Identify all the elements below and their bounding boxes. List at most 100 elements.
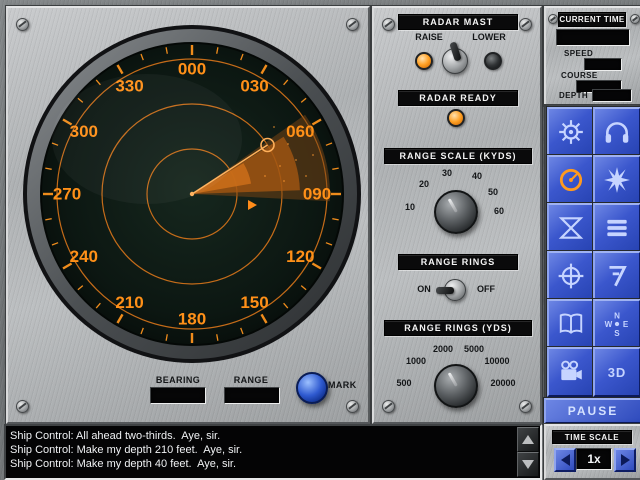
up-arrow-icon (522, 435, 534, 444)
radar-ready-lamp (447, 109, 465, 127)
rings-yds-tick: 2000 (433, 344, 453, 354)
status-panel: CURRENT TIME SPEED COURSE DEPTH (544, 6, 640, 106)
rings-on-label: ON (417, 284, 431, 294)
svg-text:240: 240 (70, 247, 98, 266)
radar-mast-header: RADAR MAST (398, 14, 518, 30)
radar-mast-toggle[interactable] (442, 48, 468, 74)
rings-yds-tick: 5000 (464, 344, 484, 354)
seven-arrow-icon (603, 262, 631, 290)
knob-pointer-icon (447, 198, 457, 212)
station-button-navigation[interactable]: N E S W (593, 299, 640, 349)
station-button-periscope[interactable] (547, 203, 595, 253)
time-decrease-button[interactable] (554, 448, 576, 472)
station-button-tubes[interactable] (593, 251, 640, 301)
screw-icon (382, 400, 395, 413)
bearing-display (150, 387, 206, 404)
screw-icon (519, 18, 532, 31)
range-rings-yds-header: RANGE RINGS (YDS) (384, 320, 532, 336)
station-button-grid: N E S W 3D (544, 104, 640, 398)
range-scale-tick: 30 (442, 168, 452, 178)
screw-icon (519, 400, 532, 413)
svg-text:120: 120 (286, 247, 314, 266)
radar-scope-panel: 000 030 060 090 120 150 180 210 240 270 … (6, 6, 370, 424)
log-line: Ship Control: Make my depth 210 feet. Ay… (10, 443, 514, 457)
svg-text:060: 060 (286, 122, 314, 141)
svg-text:210: 210 (115, 293, 143, 312)
screw-icon (382, 18, 395, 31)
range-scale-tick: 20 (419, 179, 429, 189)
svg-text:090: 090 (303, 185, 331, 204)
toggle-lever-icon (436, 287, 454, 294)
toggle-lever-icon (449, 41, 462, 61)
pause-button[interactable]: PAUSE (544, 398, 640, 424)
log-scroll-up-button[interactable] (517, 427, 539, 452)
pause-label: PAUSE (568, 404, 618, 418)
open-book-icon (557, 310, 585, 338)
svg-text:N: N (614, 312, 620, 321)
range-scale-tick: 10 (405, 202, 415, 212)
range-scale-tick: 60 (494, 206, 504, 216)
time-scale-header: TIME SCALE (552, 430, 632, 444)
lower-indicator-lamp (484, 52, 502, 70)
current-time-header: CURRENT TIME (558, 12, 626, 27)
range-caption: RANGE (224, 375, 278, 385)
knob-pointer-icon (447, 372, 457, 386)
compass-rose-icon: N E S W (603, 310, 631, 338)
svg-text:E: E (623, 320, 629, 329)
mark-knob[interactable] (296, 372, 328, 404)
log-scroll-down-button[interactable] (517, 452, 539, 477)
svg-text:030: 030 (240, 76, 268, 95)
station-button-tma[interactable] (547, 251, 595, 301)
station-button-3d[interactable]: 3D (593, 347, 640, 397)
svg-text:S: S (614, 329, 620, 338)
depth-display (592, 89, 632, 102)
helm-wheel-icon (557, 118, 585, 146)
mark-caption: MARK (328, 380, 364, 390)
depth-label: DEPTH (559, 91, 588, 100)
range-rings-header: RANGE RINGS (398, 254, 518, 270)
radar-scope-icon (557, 166, 585, 194)
current-time-display (556, 29, 630, 46)
burst-icon (603, 166, 631, 194)
course-label: COURSE (561, 71, 598, 80)
circle-cross-icon (557, 262, 585, 290)
station-button-sonar[interactable] (593, 107, 640, 157)
movie-camera-icon (557, 358, 585, 386)
range-scale-knob[interactable] (434, 190, 478, 234)
range-scale-tick: 40 (472, 171, 482, 181)
3d-label: 3D (608, 365, 627, 380)
rings-yds-tick: 1000 (406, 356, 426, 366)
station-button-camera[interactable] (547, 347, 595, 397)
radar-scope[interactable]: 000 030 060 090 120 150 180 210 240 270 … (22, 24, 362, 364)
screw-icon (16, 400, 29, 413)
headphones-icon (603, 118, 631, 146)
range-display (224, 387, 280, 404)
station-button-helm[interactable] (547, 107, 595, 157)
radar-ready-header: RADAR READY (398, 90, 518, 106)
range-scale-tick: 50 (488, 187, 498, 197)
svg-text:270: 270 (53, 185, 81, 204)
station-button-fire-control[interactable] (593, 155, 640, 205)
speed-label: SPEED (564, 49, 593, 58)
range-scale-header: RANGE SCALE (KYDS) (384, 148, 532, 164)
log-line: Ship Control: Make my depth 40 feet. Aye… (10, 457, 514, 471)
hourglass-icon (557, 214, 585, 242)
log-lines: Ship Control: All ahead two-thirds. Aye,… (10, 429, 514, 471)
screw-icon (630, 14, 640, 24)
left-arrow-icon (561, 454, 570, 466)
range-rings-toggle[interactable] (444, 279, 466, 301)
rings-yds-tick: 10000 (484, 356, 509, 366)
message-log: Ship Control: All ahead two-thirds. Aye,… (4, 424, 542, 480)
radar-scope-display[interactable]: 000 030 060 090 120 150 180 210 240 270 … (22, 24, 362, 364)
station-button-radar-active[interactable] (547, 155, 595, 205)
range-rings-yds-knob[interactable] (434, 364, 478, 408)
down-arrow-icon (522, 460, 534, 469)
station-button-radio[interactable] (593, 203, 640, 253)
station-button-logbook[interactable] (547, 299, 595, 349)
right-arrow-icon (621, 454, 630, 466)
time-increase-button[interactable] (614, 448, 636, 472)
bearing-caption: BEARING (150, 375, 206, 385)
radar-station-screen: 000 030 060 090 120 150 180 210 240 270 … (0, 0, 640, 480)
lower-label: LOWER (472, 32, 506, 42)
svg-text:000: 000 (178, 60, 206, 79)
